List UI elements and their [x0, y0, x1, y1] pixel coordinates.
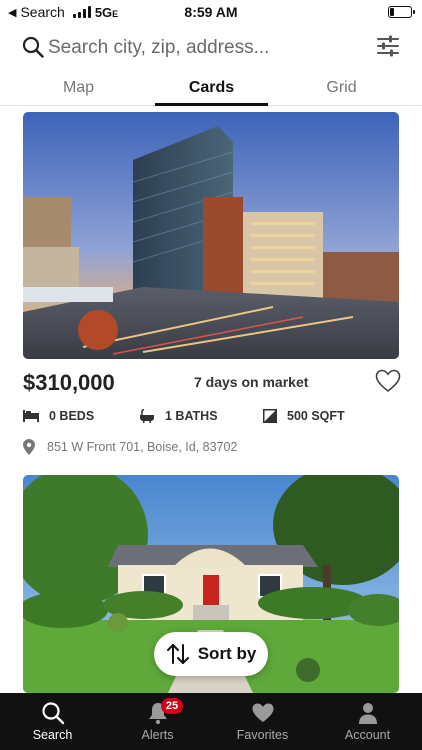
sqft-fact: 500 SQFT — [263, 409, 345, 423]
city-building-photo — [23, 112, 399, 359]
nav-account-label: Account — [344, 728, 391, 742]
area-icon — [263, 409, 277, 423]
search-icon — [22, 36, 44, 58]
active-tab-indicator — [155, 103, 268, 106]
favorite-heart-icon[interactable] — [375, 368, 401, 394]
battery-level — [390, 8, 394, 16]
listing-price: $310,000 — [23, 370, 115, 395]
battery-icon — [388, 6, 415, 18]
nav-alerts[interactable]: 25 Alerts — [105, 693, 210, 750]
baths-fact: 1 BATHS — [139, 409, 218, 423]
price-row: $310,000 7 days on market — [23, 368, 401, 400]
view-tabs: Map Cards Grid — [0, 70, 422, 106]
tab-map[interactable]: Map — [22, 70, 135, 106]
nav-search[interactable]: Search — [0, 693, 105, 750]
nav-favorites-label: Favorites — [236, 728, 289, 742]
nav-account[interactable]: Account — [315, 693, 420, 750]
sort-label: Sort by — [197, 644, 257, 663]
bottom-nav: Search 25 Alerts Favorites Account — [0, 693, 422, 750]
days-on-market: 7 days on market — [194, 374, 309, 390]
sort-arrows-icon — [166, 644, 189, 664]
status-time: 8:59 AM — [184, 4, 238, 20]
beds-fact: 0 BEDS — [23, 409, 94, 423]
search-input[interactable] — [48, 32, 358, 64]
status-bar: ◀ Search 5GE 8:59 AM — [0, 0, 422, 24]
listing-photo[interactable] — [23, 112, 399, 359]
sqft-value: 500 SQFT — [287, 409, 345, 423]
address-row: 851 W Front 701, Boise, Id, 83702 — [23, 437, 399, 457]
tab-cards[interactable]: Cards — [155, 70, 268, 106]
search-bar — [0, 28, 422, 68]
alerts-badge: 25 — [161, 698, 183, 714]
person-icon — [358, 703, 377, 724]
listing-facts: 0 BEDS 1 BATHS 500 SQFT — [23, 409, 399, 429]
nav-favorites[interactable]: Favorites — [210, 693, 315, 750]
nav-search-label: Search — [32, 728, 73, 742]
listing-address: 851 W Front 701, Boise, Id, 83702 — [47, 440, 238, 454]
sort-button[interactable]: Sort by — [154, 632, 268, 676]
bathtub-icon — [140, 409, 154, 423]
heart-icon — [252, 703, 273, 722]
app-screen: ◀ Search 5GE 8:59 AM Search city, zip, a… — [0, 0, 422, 750]
search-icon — [41, 702, 64, 725]
nav-alerts-label: Alerts — [141, 728, 174, 742]
bed-icon — [23, 410, 39, 422]
beds-value: 0 BEDS — [49, 409, 95, 423]
location-pin-icon — [23, 439, 35, 455]
filter-icon[interactable] — [376, 34, 400, 58]
baths-value: 1 BATHS — [165, 409, 218, 423]
tab-grid[interactable]: Grid — [285, 70, 398, 106]
